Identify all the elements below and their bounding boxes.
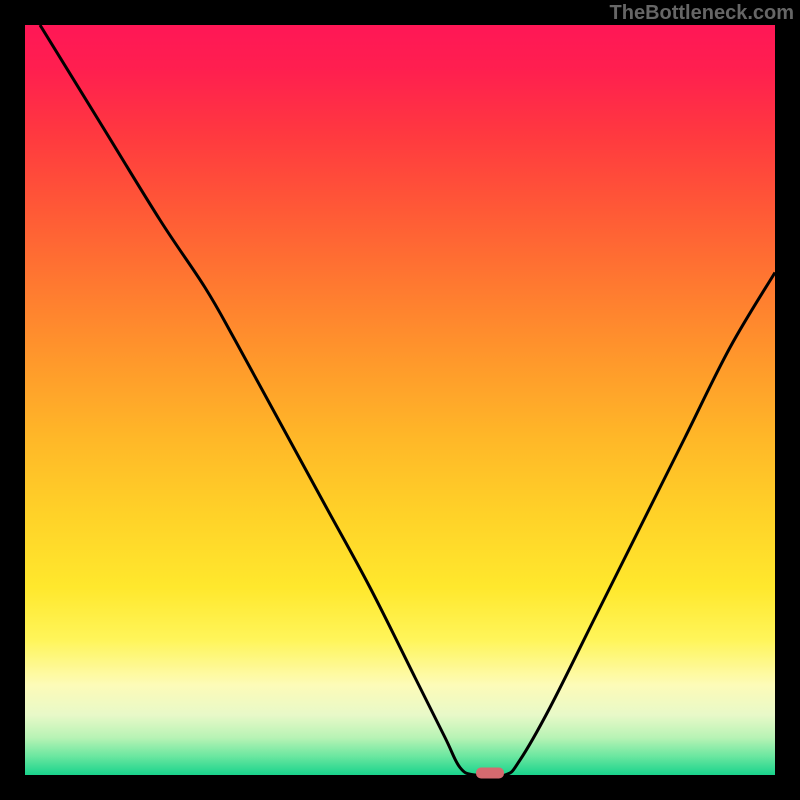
watermark-text: TheBottleneck.com (610, 2, 794, 25)
chart-container: TheBottleneck.com (0, 0, 800, 800)
plot-background (25, 25, 775, 775)
valley-marker (476, 768, 504, 779)
bottleneck-chart (0, 0, 800, 800)
